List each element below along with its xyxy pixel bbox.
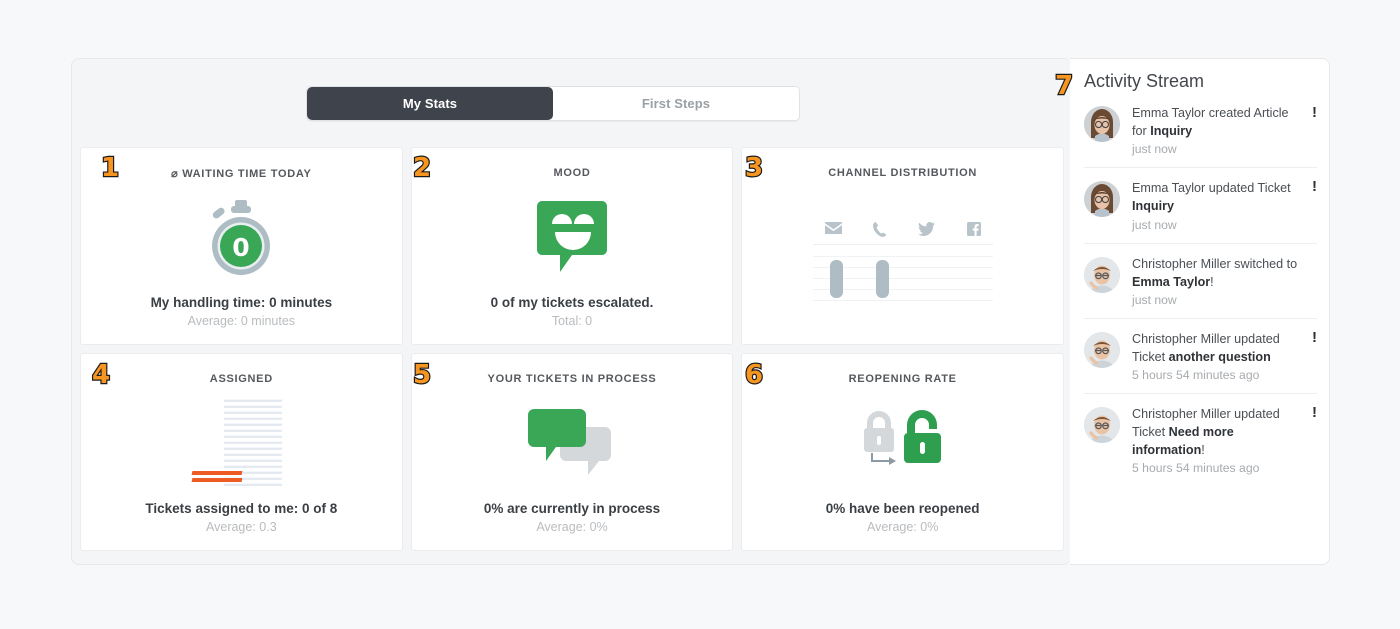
activity-stream-list: Emma Taylor created Article for Inquiry … [1070,102,1329,486]
unlocked-padlock-icon [742,385,1063,501]
step-badge-4: 4 [91,360,112,390]
step-badge-3: 3 [744,153,765,183]
activity-item-time: 5 hours 54 minutes ago [1132,368,1260,382]
activity-item-text: Emma Taylor updated Ticket Inquiry [1132,179,1303,215]
card-main-value: 0% have been reopened [825,501,980,517]
stats-card-grid: ⌀ Waiting time today 0 My handling time:… [80,147,1064,551]
facebook-icon [966,221,981,237]
activity-item-body: Emma Taylor created Article for Inquiry … [1132,104,1317,156]
channel-icon-row [813,221,993,244]
card-main-value: 0 of my tickets escalated. [490,295,654,311]
activity-item[interactable]: Christopher Miller updated Ticket Need m… [1084,393,1317,486]
card-channel-distribution[interactable]: Channel distribution [741,147,1064,345]
tab-my-stats[interactable]: My Stats [307,87,553,120]
channel-bar [875,259,889,298]
activity-item-text: Christopher Miller updated Ticket anothe… [1132,330,1303,366]
email-icon [824,221,842,237]
activity-item-body: Emma Taylor updated Ticket Inquiry just … [1132,179,1317,231]
activity-text-bold: Inquiry [1132,199,1174,214]
card-waiting-time-today[interactable]: ⌀ Waiting time today 0 My handling time:… [80,147,403,345]
card-sub-value: Average: 0.3 [206,520,277,534]
activity-alert-icon: ! [1312,328,1317,346]
activity-item-body: Christopher Miller updated Ticket anothe… [1132,330,1317,382]
activity-alert-icon: ! [1312,404,1317,421]
activity-text-bold: another question [1168,349,1271,364]
card-sub-value: Average: 0% [866,520,939,534]
activity-text-bold: Inquiry [1150,124,1193,139]
activity-item[interactable]: Christopher Miller switched to Emma Tayl… [1084,242,1317,318]
dashboard-panel: My Stats First Steps ⌀ Waiting time toda… [71,58,1071,565]
avatar-emma-taylor [1084,106,1120,142]
svg-text:0: 0 [233,233,250,262]
dashboard-root: My Stats First Steps ⌀ Waiting time toda… [0,0,1400,629]
paper-stack-icon [81,385,402,501]
card-title: Mood [553,167,591,179]
card-title: Your tickets in process [487,373,657,385]
stopwatch-icon: 0 [81,180,402,295]
activity-text-before: Emma Taylor updated Ticket [1132,181,1291,196]
card-title: Channel distribution [828,167,978,179]
activity-alert-icon: ! [1312,178,1317,196]
card-main-value: Tickets assigned to me: 0 of 8 [145,501,338,517]
activity-item[interactable]: Christopher Miller updated Ticket anothe… [1084,317,1317,393]
stats-tabbar: My Stats First Steps [306,86,800,121]
activity-text-bold: Emma Taylor [1132,274,1211,289]
activity-text-before: Christopher Miller switched to [1132,256,1298,271]
step-badge-5: 5 [412,360,433,390]
card-sub-value: Average: 0 minutes [187,314,296,328]
activity-item[interactable]: Emma Taylor created Article for Inquiry … [1084,102,1317,167]
activity-item-time: just now [1132,217,1177,232]
activity-item[interactable]: Emma Taylor updated Ticket Inquiry just … [1084,167,1317,242]
activity-item-text: Christopher Miller updated Ticket Need m… [1132,405,1303,459]
channel-bars [812,243,993,306]
avatar-emma-taylor [1084,181,1120,218]
activity-item-text: Emma Taylor created Article for Inquiry [1132,104,1303,140]
activity-text-after: ! [1201,443,1205,458]
card-sub-value: Average: 0% [536,520,608,534]
activity-stream-title: Activity Stream [1084,71,1205,91]
channel-bar-chart-icon [742,179,1063,344]
activity-item-time: 5 hours 54 minutes ago [1132,461,1260,476]
card-reopening-rate[interactable]: Reopening rate [741,353,1064,551]
card-title: Reopening rate [848,373,957,385]
phone-icon [872,221,887,237]
avatar-christopher-miller [1084,331,1120,368]
avatar-christopher-miller [1084,407,1120,443]
double-speech-bubble-icon [412,385,733,501]
activity-item-text: Christopher Miller switched to Emma Tayl… [1132,255,1303,291]
tab-first-steps[interactable]: First Steps [553,87,799,120]
card-mood[interactable]: Mood 0 of my tickets escalated. Total: 0 [410,147,734,345]
step-badge-6: 6 [744,360,765,390]
activity-alert-icon: ! [1312,104,1317,121]
step-badge-7: 7 [1054,71,1075,101]
card-assigned[interactable]: Assigned [80,353,403,551]
avatar-christopher-miller [1084,256,1120,293]
activity-item-time: just now [1132,142,1177,157]
activity-item-body: Christopher Miller updated Ticket Need m… [1132,405,1317,475]
activity-item-body: Christopher Miller switched to Emma Tayl… [1132,255,1317,307]
activity-stream-panel: Activity Stream Emma Taylor created Arti… [1070,58,1330,565]
activity-item-time: just now [1132,292,1177,307]
card-tickets-in-process[interactable]: Your tickets in process 0% are currently… [410,353,734,551]
card-title: Assigned [209,373,273,385]
card-main-value: 0% are currently in process [483,501,661,517]
card-title: ⌀ Waiting time today [171,168,312,180]
activity-text-after: ! [1210,274,1214,289]
twitter-icon [918,221,936,237]
card-main-value: My handling time: 0 minutes [150,295,333,311]
smiley-speech-bubble-icon [412,179,733,295]
step-badge-2: 2 [412,153,433,183]
card-sub-value: Total: 0 [551,314,593,328]
channel-bar [829,259,843,298]
step-badge-1: 1 [100,153,121,183]
